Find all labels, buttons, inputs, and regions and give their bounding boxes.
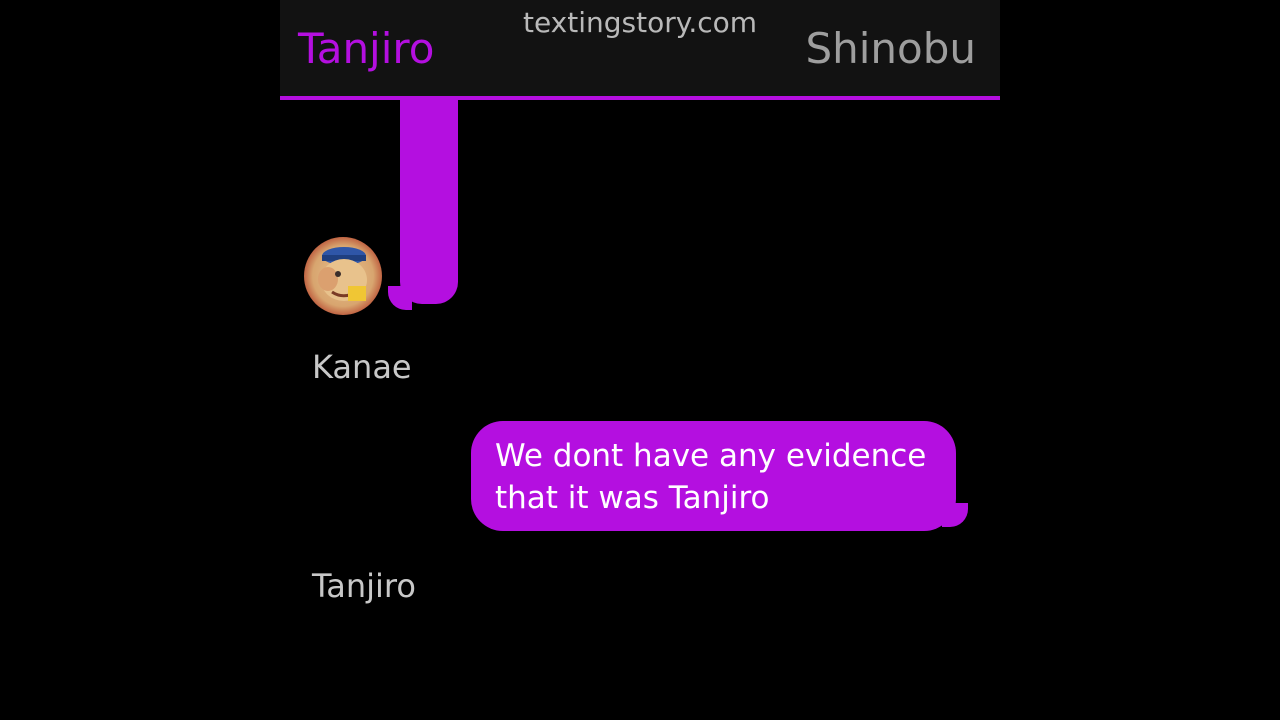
message-bubble-tail [388,286,412,310]
right-contact-name[interactable]: Shinobu [805,24,976,73]
message-bubble-tail [942,503,968,527]
avatar[interactable] [304,237,382,315]
message-text: We dont have any evidence that it was Ta… [495,438,927,516]
message-bubble-long [400,100,458,304]
left-contact-name[interactable]: Tanjiro [298,24,434,73]
chat-header: textingstory.com Tanjiro Shinobu [280,0,1000,100]
avatar-character-icon [318,247,367,301]
sender-label-second: Tanjiro [312,567,416,605]
chat-screen: textingstory.com Tanjiro Shinobu Kanae W… [280,0,1000,720]
message-bubble[interactable]: We dont have any evidence that it was Ta… [471,421,956,531]
sender-label-first: Kanae [312,348,412,386]
